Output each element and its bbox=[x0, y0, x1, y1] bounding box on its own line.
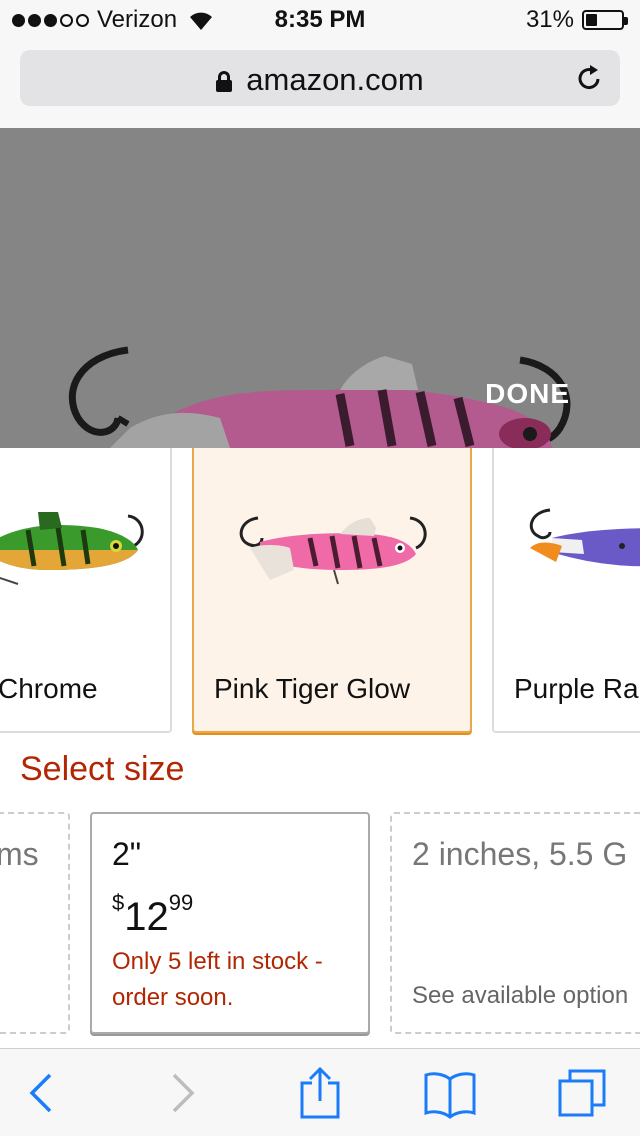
color-options: Chrome Pink Tiger Glow Purple Ra bbox=[0, 448, 640, 738]
bookmarks-button[interactable] bbox=[424, 1067, 476, 1119]
price-currency: $ bbox=[112, 890, 125, 915]
size-options: ms 2" $1299 Only 5 left in stock - order… bbox=[0, 812, 640, 1034]
color-option-chrome[interactable]: Chrome bbox=[0, 448, 172, 733]
browser-header: amazon.com bbox=[0, 40, 640, 128]
tabs-icon bbox=[558, 1069, 606, 1117]
forward-button[interactable] bbox=[156, 1067, 208, 1119]
share-button[interactable] bbox=[294, 1066, 346, 1119]
image-viewer-overlay: DONE bbox=[0, 128, 640, 448]
size-option-2-inches-5-5g[interactable]: 2 inches, 5.5 G See available option bbox=[390, 812, 640, 1034]
tabs-button[interactable] bbox=[556, 1067, 608, 1119]
status-bar: Verizon 8:35 PM 31% bbox=[0, 0, 640, 40]
price: $1299 bbox=[112, 890, 193, 940]
stock-warning: Only 5 left in stock - order soon. bbox=[112, 948, 323, 1011]
size-option-2-inch[interactable]: 2" $1299 Only 5 left in stock - order so… bbox=[90, 812, 370, 1034]
select-size-heading: Select size bbox=[20, 750, 185, 788]
price-whole: 12 bbox=[124, 895, 169, 939]
battery-area: 31% bbox=[525, 6, 628, 34]
battery-icon bbox=[582, 10, 628, 30]
done-button[interactable]: DONE bbox=[485, 378, 570, 410]
price-fraction: 99 bbox=[168, 890, 194, 915]
color-option-purple[interactable]: Purple Ra bbox=[492, 448, 640, 733]
reload-icon[interactable] bbox=[576, 64, 604, 92]
url-domain: amazon.com bbox=[246, 62, 424, 97]
forward-icon bbox=[172, 1073, 195, 1113]
size-label: 2 inches, 5.5 G bbox=[412, 836, 628, 872]
chrome-lure-thumbnail bbox=[0, 512, 144, 585]
color-label: Purple Ra bbox=[514, 673, 639, 704]
color-label: Pink Tiger Glow bbox=[214, 673, 411, 704]
see-available-options-link[interactable]: See available option bbox=[412, 982, 628, 1010]
size-option-grams[interactable]: ms bbox=[0, 812, 70, 1034]
color-label: Chrome bbox=[0, 673, 98, 704]
back-icon bbox=[29, 1073, 52, 1113]
lock-icon bbox=[216, 71, 233, 92]
size-label: 2" bbox=[112, 836, 142, 872]
purple-lure-thumbnail bbox=[529, 508, 640, 567]
browser-toolbar bbox=[0, 1048, 640, 1136]
back-button[interactable] bbox=[16, 1067, 68, 1119]
pink-tiger-glow-lure-thumbnail bbox=[239, 516, 427, 585]
bookmarks-icon bbox=[424, 1072, 476, 1119]
color-option-pink-tiger-glow[interactable]: Pink Tiger Glow bbox=[192, 448, 472, 733]
address-bar[interactable]: amazon.com bbox=[20, 50, 620, 106]
size-label: ms bbox=[0, 836, 39, 872]
url-display[interactable]: amazon.com bbox=[20, 62, 620, 98]
share-icon bbox=[300, 1066, 340, 1119]
battery-percent: 31% bbox=[525, 6, 574, 33]
